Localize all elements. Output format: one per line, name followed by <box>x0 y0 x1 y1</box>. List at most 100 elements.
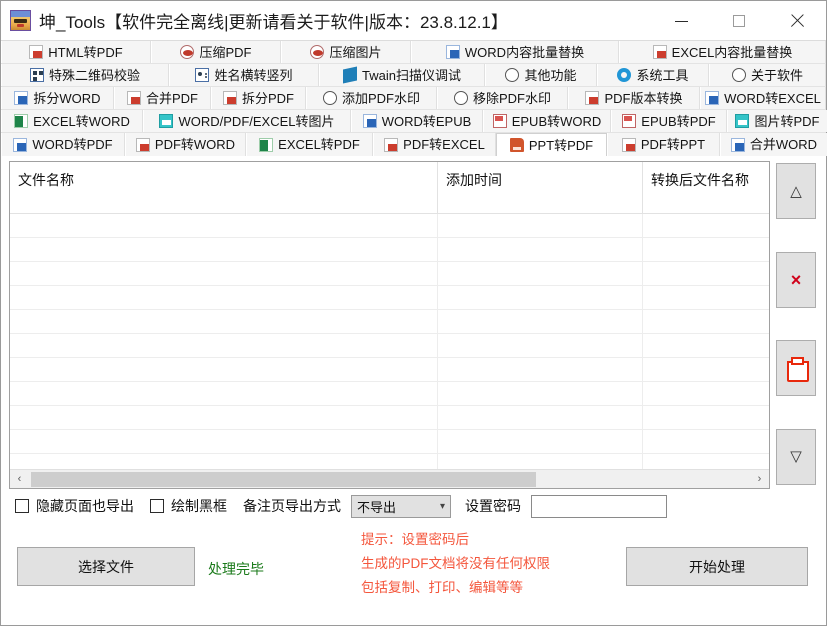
scroll-left-arrow-icon[interactable]: ‹ <box>10 470 29 489</box>
tab-pdf[interactable]: 合并PDF <box>114 87 211 109</box>
options-bar: 隐藏页面也导出 绘制黑框 备注页导出方式 不导出 ▾ 设置密码 <box>9 489 818 523</box>
scrollbar-thumb[interactable] <box>31 471 536 487</box>
start-process-button[interactable]: 开始处理 <box>626 547 808 586</box>
table-cell <box>10 406 438 429</box>
table-row[interactable] <box>10 406 769 430</box>
table-row[interactable] <box>10 238 769 262</box>
pdf-file-icon <box>621 137 636 152</box>
tab-label: WORD内容批量替换 <box>464 44 585 60</box>
tab-label: EXCEL转PDF <box>278 137 360 152</box>
tab-word-excel[interactable]: WORD转EXCEL <box>700 87 826 109</box>
epub-icon <box>622 114 637 128</box>
notes-export-select[interactable]: 不导出 ▾ <box>351 494 451 518</box>
table-cell <box>643 238 769 261</box>
table-cell <box>10 430 438 453</box>
table-row[interactable] <box>10 262 769 286</box>
tab-word-pdf-excel[interactable]: WORD/PDF/EXCEL转图片 <box>143 110 351 132</box>
move-down-button[interactable]: ▽ <box>776 428 816 485</box>
pdf-file-icon <box>126 91 141 105</box>
table-cell <box>10 382 438 405</box>
tab-pdf-word[interactable]: PDF转WORD <box>125 133 246 156</box>
move-up-button[interactable]: △ <box>776 163 816 219</box>
checkbox-box[interactable] <box>150 499 164 513</box>
excel-file-icon <box>259 137 274 152</box>
horizontal-scrollbar[interactable]: ‹ › <box>10 469 769 488</box>
table-cell <box>438 262 643 285</box>
tab-word[interactable]: WORD内容批量替换 <box>411 41 619 63</box>
info-circle-icon <box>731 68 746 82</box>
tab-epub-pdf[interactable]: EPUB转PDF <box>611 110 727 132</box>
scroll-right-arrow-icon[interactable]: › <box>750 470 769 489</box>
close-button[interactable] <box>768 1 826 41</box>
tab-pdf[interactable]: 拆分PDF <box>211 87 306 109</box>
tab-[interactable]: 特殊二维码校验 <box>1 64 169 86</box>
table-cell <box>438 310 643 333</box>
tab-word-pdf[interactable]: WORD转PDF <box>1 133 125 156</box>
tab-[interactable]: 系统工具 <box>597 64 709 86</box>
remove-button[interactable]: × <box>776 251 816 308</box>
tab-label: PDF转WORD <box>154 137 236 152</box>
checkbox-box[interactable] <box>15 499 29 513</box>
notes-export-selected-value: 不导出 <box>357 499 397 515</box>
tab-label: EXCEL转WORD <box>33 113 130 129</box>
table-row[interactable] <box>10 214 769 238</box>
password-input[interactable] <box>531 494 667 518</box>
tab-excel-word[interactable]: EXCEL转WORD <box>1 110 143 132</box>
tab-excel[interactable]: EXCEL内容批量替换 <box>619 41 826 63</box>
application-window: 坤_Tools【软件完全离线|更新请看关于软件|版本：23.8.12.1】 HT… <box>0 0 827 626</box>
table-cell <box>438 286 643 309</box>
hidden-pages-export-checkbox[interactable]: 隐藏页面也导出 <box>15 496 134 516</box>
scrollbar-track[interactable] <box>29 470 750 489</box>
tab-[interactable]: 其他功能 <box>485 64 597 86</box>
tab-pdf[interactable]: 图片转PDF <box>727 110 827 132</box>
column-header-addtime[interactable]: 添加时间 <box>438 162 643 213</box>
notes-export-label: 备注页导出方式 <box>243 498 341 514</box>
table-row[interactable] <box>10 382 769 406</box>
tab-[interactable]: 姓名横转竖列 <box>169 64 319 86</box>
tab-pdf[interactable]: 压缩PDF <box>151 41 281 63</box>
minimize-button[interactable] <box>652 1 710 41</box>
table-row[interactable] <box>10 310 769 334</box>
tab-pdf-ppt[interactable]: PDF转PPT <box>607 133 720 156</box>
tab-pdf-excel[interactable]: PDF转EXCEL <box>373 133 496 156</box>
tab-twain[interactable]: Twain扫描仪调试 <box>319 64 485 86</box>
contact-card-icon <box>195 68 210 82</box>
tab-pdf[interactable]: PDF版本转换 <box>568 87 700 109</box>
tab-label: 特殊二维码校验 <box>48 67 140 83</box>
table-row[interactable] <box>10 430 769 454</box>
image-icon <box>735 114 750 128</box>
draw-black-border-checkbox[interactable]: 绘制黑框 <box>150 496 227 516</box>
image-icon <box>159 114 174 128</box>
grid-rows[interactable] <box>10 214 769 469</box>
tab-label: 合并PDF <box>145 90 198 106</box>
tab-word[interactable]: 拆分WORD <box>1 87 114 109</box>
tab-[interactable]: 关于软件 <box>709 64 826 86</box>
word-file-icon <box>13 137 28 152</box>
maximize-button[interactable] <box>710 1 768 41</box>
pdf-file-icon <box>135 137 150 152</box>
table-row[interactable] <box>10 454 769 469</box>
table-row[interactable] <box>10 286 769 310</box>
tab-[interactable]: 压缩图片 <box>281 41 411 63</box>
column-header-filename[interactable]: 文件名称 <box>10 162 438 213</box>
select-file-button[interactable]: 选择文件 <box>17 547 195 586</box>
tab-label: 姓名横转竖列 <box>214 67 293 83</box>
tab-epub-word[interactable]: EPUB转WORD <box>483 110 611 132</box>
ribbon-row-5: WORD转PDF PDF转WORD EXCEL转PDF PDF转EXCEL PPT转PD… <box>1 133 827 156</box>
triangle-down-icon: ▽ <box>790 448 802 466</box>
tab-pdf[interactable]: 移除PDF水印 <box>437 87 568 109</box>
tab-excel-pdf[interactable]: EXCEL转PDF <box>246 133 373 156</box>
tab-pdf[interactable]: 添加PDF水印 <box>306 87 437 109</box>
tab-word[interactable]: 合并WORD <box>720 133 827 156</box>
triangle-up-icon: △ <box>790 182 802 200</box>
title-bar: 坤_Tools【软件完全离线|更新请看关于软件|版本：23.8.12.1】 <box>1 1 826 41</box>
draw-black-border-label: 绘制黑框 <box>171 498 227 514</box>
clear-all-button[interactable] <box>776 340 816 397</box>
table-row[interactable] <box>10 358 769 382</box>
tab-html-pdf[interactable]: HTML转PDF <box>1 41 151 63</box>
tab-word-epub[interactable]: WORD转EPUB <box>351 110 483 132</box>
column-header-converted-filename[interactable]: 转换后文件名称 <box>643 162 769 213</box>
table-row[interactable] <box>10 334 769 358</box>
tab-ppt-pdf[interactable]: PPT转PDF <box>496 133 607 156</box>
tab-label: EXCEL内容批量替换 <box>671 44 793 60</box>
